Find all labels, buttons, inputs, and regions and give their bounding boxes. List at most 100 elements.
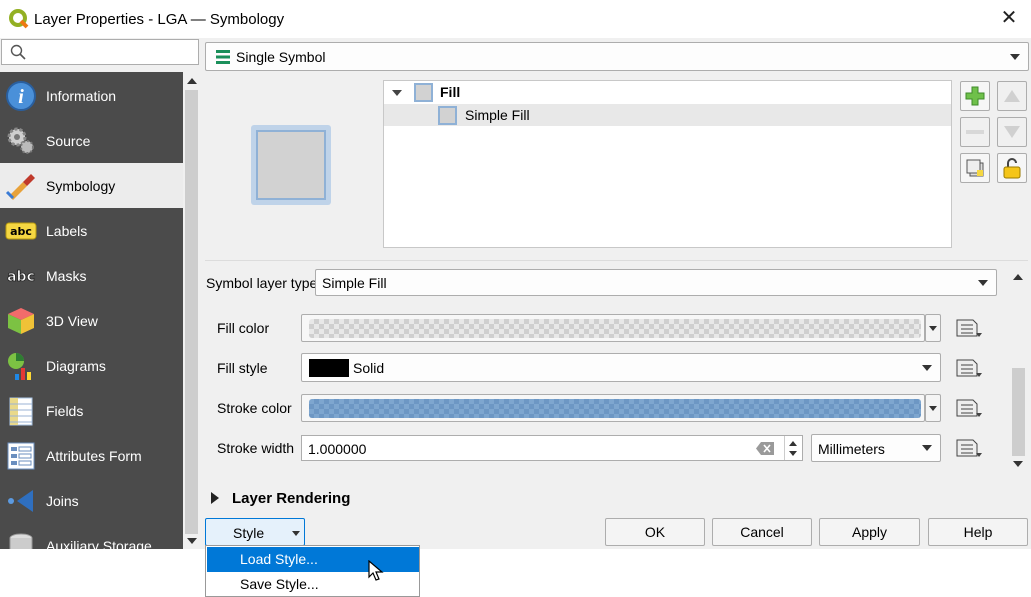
symbol-preview-fill	[256, 130, 326, 200]
fill-color-menu-button[interactable]	[925, 314, 941, 342]
sidebar-item-fields[interactable]: Fields	[0, 388, 183, 433]
svg-text:i: i	[18, 86, 24, 108]
symbology-icon	[4, 169, 38, 203]
sidebar-item-masks[interactable]: abc Masks	[0, 253, 183, 298]
renderer-combo[interactable]: Single Symbol	[205, 42, 1029, 71]
properties-scrollbar[interactable]	[1010, 268, 1027, 474]
title-bar: Layer Properties - LGA — Symbology ✕	[0, 0, 1031, 38]
minus-icon	[966, 130, 984, 134]
close-button[interactable]: ✕	[999, 8, 1019, 28]
symbol-preview	[251, 125, 331, 205]
sidebar-item-label: Symbology	[46, 177, 116, 194]
svg-text:abc: abc	[10, 225, 32, 238]
diagrams-icon	[4, 349, 38, 383]
svg-text:abc: abc	[7, 269, 35, 285]
scroll-down-icon[interactable]	[1013, 461, 1023, 467]
style-button-label: Style	[233, 525, 265, 541]
clear-icon[interactable]	[756, 442, 774, 455]
expand-arrow-icon[interactable]	[392, 90, 402, 96]
tree-child-label: Simple Fill	[465, 107, 530, 123]
duplicate-layer-button[interactable]	[960, 153, 990, 183]
scroll-up-icon[interactable]	[1013, 274, 1023, 280]
sidebar-item-label: Source	[46, 132, 91, 149]
layer-rendering-label[interactable]: Layer Rendering	[232, 490, 350, 507]
lock-open-icon	[1003, 158, 1021, 179]
help-button[interactable]: Help	[928, 518, 1028, 546]
scroll-up-icon[interactable]	[187, 78, 197, 84]
stroke-width-units-combo[interactable]: Millimeters	[811, 434, 941, 462]
remove-layer-button[interactable]	[960, 117, 990, 147]
sidebar-item-label: Information	[46, 87, 117, 104]
search-icon	[10, 44, 26, 60]
fill-color-button[interactable]	[301, 314, 925, 342]
style-button[interactable]: Style	[205, 518, 305, 546]
spin-down-icon[interactable]	[789, 451, 797, 456]
sidebar-item-3d-view[interactable]: 3D View	[0, 298, 183, 343]
data-defined-override-icon[interactable]	[951, 355, 985, 381]
ok-button[interactable]: OK	[605, 518, 705, 546]
cancel-button[interactable]: Cancel	[712, 518, 812, 546]
symbol-layer-type-label: Symbol layer type	[206, 275, 318, 291]
spin-up-icon[interactable]	[789, 441, 797, 446]
data-defined-override-icon[interactable]	[951, 315, 985, 341]
sidebar-scroll-thumb[interactable]	[185, 90, 198, 534]
sidebar-item-information[interactable]: i Information	[0, 73, 183, 118]
sidebar-item-diagrams[interactable]: Diagrams	[0, 343, 183, 388]
chevron-down-icon	[922, 445, 932, 451]
joins-icon	[4, 484, 38, 518]
sidebar-item-auxiliary-storage[interactable]: Auxiliary Storage	[0, 523, 183, 549]
sidebar-item-label: Attributes Form	[46, 447, 142, 464]
style-menu: Load Style... Save Style...	[205, 545, 420, 597]
sidebar-item-labels[interactable]: abc Labels	[0, 208, 183, 253]
tree-row-simple-fill[interactable]: Simple Fill	[384, 104, 951, 126]
sidebar-item-attributes-form[interactable]: Attributes Form	[0, 433, 183, 478]
add-layer-button[interactable]	[960, 81, 990, 111]
chevron-down-icon	[922, 364, 932, 371]
fill-style-value: Solid	[353, 360, 385, 376]
properties-scroll-thumb[interactable]	[1012, 368, 1025, 456]
sidebar-item-label: Fields	[46, 402, 84, 419]
move-down-button[interactable]	[997, 117, 1027, 147]
sidebar-item-label: 3D View	[46, 312, 98, 329]
sidebar-item-symbology[interactable]: Symbology	[0, 163, 183, 208]
stroke-width-spinbox[interactable]: 1.000000	[301, 435, 803, 461]
stroke-width-units-value: Millimeters	[818, 441, 885, 457]
solid-pattern-icon	[309, 359, 349, 377]
chevron-down-icon	[292, 531, 300, 536]
window-title: Layer Properties - LGA — Symbology	[34, 10, 285, 28]
stroke-width-label: Stroke width	[217, 440, 295, 456]
arrow-up-icon	[1004, 90, 1020, 102]
stroke-color-menu-button[interactable]	[925, 394, 941, 422]
sidebar-item-source[interactable]: Source	[0, 118, 183, 163]
simple-fill-swatch-icon	[438, 106, 457, 125]
collapse-arrow-icon[interactable]	[211, 492, 219, 504]
qgis-logo-icon	[9, 9, 29, 29]
spin-divider	[784, 436, 785, 460]
sidebar-scrollbar[interactable]	[183, 72, 200, 549]
info-icon: i	[4, 79, 38, 113]
data-defined-override-icon[interactable]	[951, 435, 985, 461]
duplicate-icon	[966, 159, 984, 177]
sidebar-item-label: Labels	[46, 222, 88, 239]
symbol-layer-tree: Fill Simple Fill	[383, 80, 952, 248]
symbol-layer-type-combo[interactable]: Simple Fill	[315, 269, 997, 296]
lock-layer-button[interactable]	[997, 153, 1027, 183]
stroke-color-button[interactable]	[301, 394, 925, 422]
menu-item-load-style[interactable]: Load Style...	[207, 547, 419, 572]
chevron-down-icon	[1010, 53, 1020, 60]
fill-style-combo[interactable]: Solid	[301, 353, 941, 382]
scroll-down-icon[interactable]	[187, 538, 197, 544]
search-input[interactable]	[1, 39, 199, 65]
stroke-width-value: 1.000000	[308, 441, 367, 457]
sidebar-item-joins[interactable]: Joins	[0, 478, 183, 523]
chevron-down-icon	[929, 406, 937, 411]
renderer-selected-label: Single Symbol	[236, 49, 326, 65]
data-defined-override-icon[interactable]	[951, 395, 985, 421]
chevron-down-icon	[978, 279, 988, 286]
sidebar-item-label: Diagrams	[46, 357, 106, 374]
menu-item-save-style[interactable]: Save Style...	[207, 572, 419, 597]
move-up-button[interactable]	[997, 81, 1027, 111]
apply-button[interactable]: Apply	[819, 518, 920, 546]
tree-row-fill[interactable]: Fill	[384, 81, 951, 103]
3d-view-icon	[4, 304, 38, 338]
